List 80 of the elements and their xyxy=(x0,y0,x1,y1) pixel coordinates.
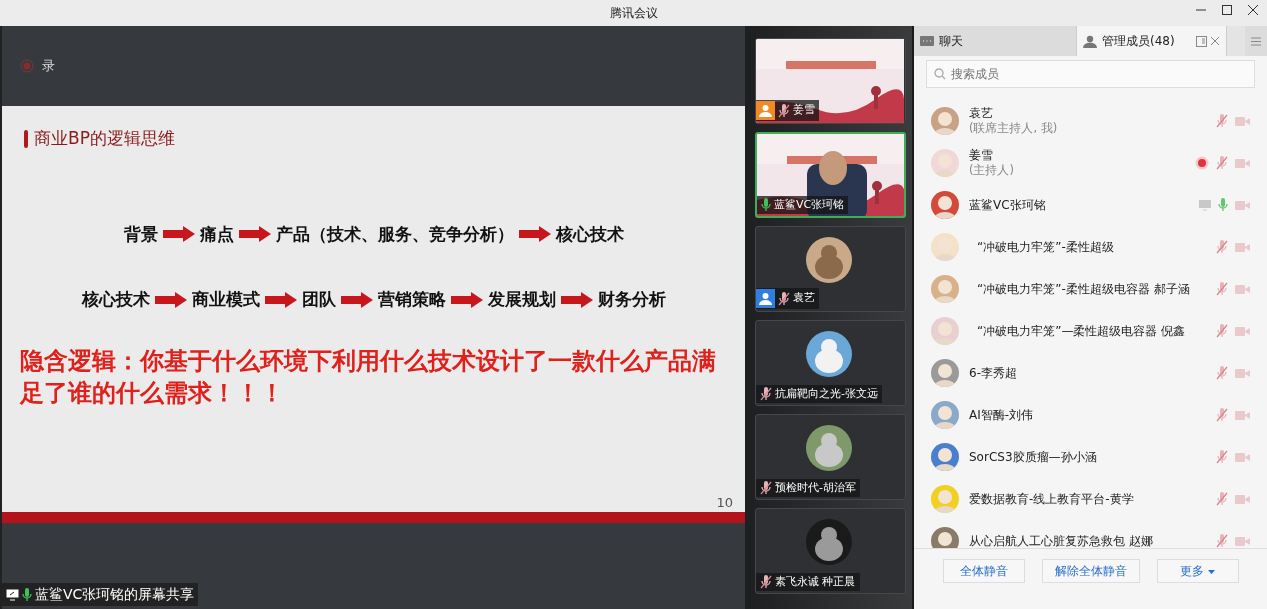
member-name: “冲破电力牢笼”-柔性超级电容器 郝子涵 xyxy=(977,281,1190,297)
participant-name: 素飞永诚 种正晨 xyxy=(775,573,856,590)
member-name: 蓝鲨VC张珂铭 xyxy=(969,197,1046,213)
avatar xyxy=(931,443,959,471)
arrow-icon xyxy=(560,291,593,308)
camera-off-icon xyxy=(1235,241,1251,253)
camera-off-icon xyxy=(1235,325,1251,337)
camera-off-icon xyxy=(1235,199,1251,211)
flow-step: 核心技术 xyxy=(555,221,624,247)
participant-name: 预检时代-胡治军 xyxy=(775,479,856,496)
camera-off-icon xyxy=(1235,409,1251,421)
arrow-icon xyxy=(238,226,271,243)
chat-icon xyxy=(920,34,934,48)
camera-off-icon xyxy=(1235,157,1251,169)
member-name: 袁艺 xyxy=(969,106,994,122)
member-role: (主持人) xyxy=(969,163,1014,178)
member-name: SorCS3胶质瘤—孙小涵 xyxy=(969,449,1097,465)
participant-name: 蓝鲨VC张珂铭 xyxy=(774,196,845,213)
avatar xyxy=(931,485,959,513)
close-icon[interactable] xyxy=(1247,4,1259,16)
heading-marker xyxy=(24,129,28,148)
participant-name: 袁艺 xyxy=(793,290,815,307)
window-title: 腾讯会议 xyxy=(609,5,658,22)
flow-step: 产品（技术、服务、竞争分析） xyxy=(275,221,514,247)
screen-share-icon xyxy=(6,588,19,601)
arrow-icon xyxy=(162,226,195,243)
member-name: “冲破电力牢笼”—柔性超级电容器 倪鑫 xyxy=(977,323,1186,339)
avatar xyxy=(931,149,959,177)
flow-step: 发展规划 xyxy=(487,287,556,313)
flow-step: 核心技术 xyxy=(81,287,150,313)
popout-icon[interactable] xyxy=(1196,35,1207,47)
flow-step: 财务分析 xyxy=(597,287,666,313)
footer-button[interactable]: 解除全体静音 xyxy=(1041,559,1140,583)
member-name: 6-李秀超 xyxy=(969,365,1017,381)
participant-name: 姜雪 xyxy=(793,102,815,119)
arrow-icon xyxy=(450,291,483,308)
avatar xyxy=(931,191,959,219)
member-role: (联席主持人, 我) xyxy=(969,121,1058,136)
panel-tab[interactable]: 管理成员(48) xyxy=(1077,26,1227,56)
footer-button[interactable]: 全体静音 xyxy=(942,559,1025,583)
menu-icon[interactable] xyxy=(1251,36,1261,46)
avatar xyxy=(931,233,959,261)
member-name: 爱数据教育-线上教育平台-黄学 xyxy=(969,491,1134,507)
arrow-icon xyxy=(340,291,373,308)
avatar xyxy=(931,275,959,303)
flow-step: 商业模式 xyxy=(191,287,260,313)
maximize-icon[interactable] xyxy=(1221,4,1233,16)
footer-button[interactable]: 更多 xyxy=(1156,559,1239,583)
camera-off-icon xyxy=(1235,367,1251,379)
search-field[interactable]: 搜索成员 xyxy=(926,60,1255,88)
camera-off-icon xyxy=(1235,283,1251,295)
camera-off-icon xyxy=(1235,493,1251,505)
caret-icon xyxy=(1208,569,1215,574)
avatar xyxy=(931,317,959,345)
member-name: 姜雪 xyxy=(969,148,994,164)
member-name: 从心启航人工心脏复苏急救包 赵娜 xyxy=(969,533,1153,548)
page-number: 10 xyxy=(716,493,733,512)
member-name: “冲破电力牢笼”-柔性超级 xyxy=(977,239,1114,255)
avatar xyxy=(931,401,959,429)
flow-step: 团队 xyxy=(301,287,336,313)
camera-off-icon xyxy=(1235,535,1251,547)
flow-step: 背景 xyxy=(123,221,158,247)
participant-name: 抗扁靶向之光-张文远 xyxy=(775,385,878,402)
camera-off-icon xyxy=(1235,115,1251,127)
member-name: AI智酶-刘伟 xyxy=(969,407,1034,423)
avatar xyxy=(931,107,959,135)
conclusion-text: 隐含逻辑：你基于什么环境下利用什么技术设计了一款什么产品满足了谁的什么需求！！！ xyxy=(19,345,717,410)
panel-tab[interactable]: 聊天 xyxy=(914,26,1077,56)
camera-off-icon xyxy=(1235,451,1251,463)
arrow-icon xyxy=(264,291,297,308)
share-text: 蓝鲨VC张珂铭的屏幕共享 xyxy=(35,585,195,604)
recording-label: 录 xyxy=(42,57,55,76)
slide-heading: 商业BP的逻辑思维 xyxy=(34,127,175,150)
flow-step: 痛点 xyxy=(199,221,234,247)
arrow-icon xyxy=(154,291,187,308)
avatar xyxy=(931,527,959,548)
arrow-icon xyxy=(518,226,551,243)
user-icon xyxy=(1083,34,1097,48)
avatar xyxy=(931,359,959,387)
flow-step: 营销策略 xyxy=(377,287,446,313)
